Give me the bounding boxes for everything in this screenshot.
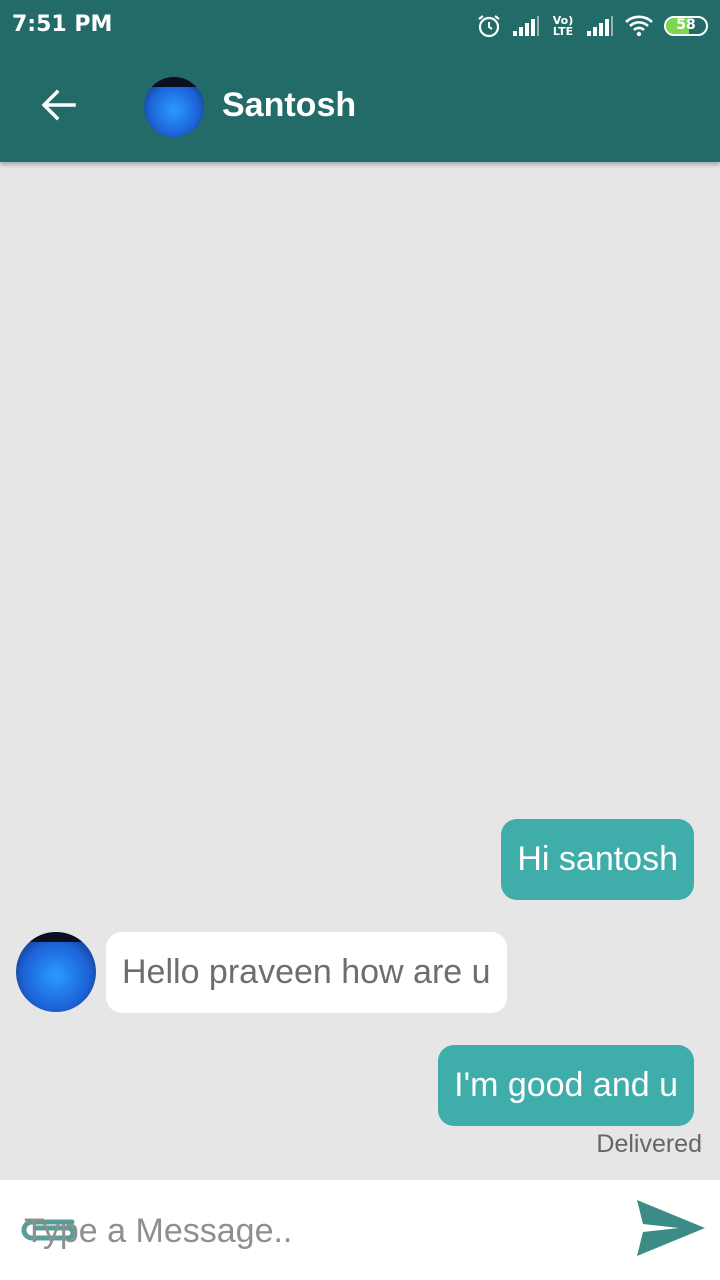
message-text: Hi santosh bbox=[517, 840, 678, 878]
contact-avatar[interactable] bbox=[144, 77, 204, 137]
status-time: 7:51 PM bbox=[12, 12, 113, 37]
back-button[interactable] bbox=[30, 79, 86, 135]
wifi-icon bbox=[624, 14, 654, 38]
signal-icon bbox=[512, 15, 540, 37]
message-list[interactable]: Hi santosh Hello praveen how are u I'm g… bbox=[0, 162, 720, 1180]
outgoing-message[interactable]: I'm good and u bbox=[438, 1045, 694, 1126]
status-icons: Vo) LTE 58 bbox=[476, 10, 708, 42]
message-text: Hello praveen how are u bbox=[122, 953, 491, 991]
delivery-status: Delivered bbox=[596, 1130, 702, 1158]
volte-icon: Vo) LTE bbox=[552, 14, 574, 38]
battery-icon: 58 bbox=[664, 16, 708, 36]
outgoing-message[interactable]: Hi santosh bbox=[501, 819, 694, 900]
message-input[interactable] bbox=[22, 1200, 606, 1262]
signal-icon bbox=[586, 15, 614, 37]
send-button[interactable] bbox=[634, 1198, 708, 1262]
message-text: I'm good and u bbox=[454, 1066, 678, 1104]
sender-avatar[interactable] bbox=[16, 932, 96, 1012]
send-icon bbox=[635, 1198, 707, 1262]
contact-name[interactable]: Santosh bbox=[222, 86, 356, 125]
message-composer bbox=[0, 1180, 720, 1280]
battery-level: 58 bbox=[676, 17, 696, 33]
incoming-message[interactable]: Hello praveen how are u bbox=[106, 932, 507, 1013]
status-bar: 7:51 PM Vo) LTE 58 bbox=[0, 0, 720, 52]
back-arrow-icon bbox=[40, 89, 76, 125]
alarm-icon bbox=[476, 13, 502, 39]
chat-header: Santosh bbox=[0, 52, 720, 162]
